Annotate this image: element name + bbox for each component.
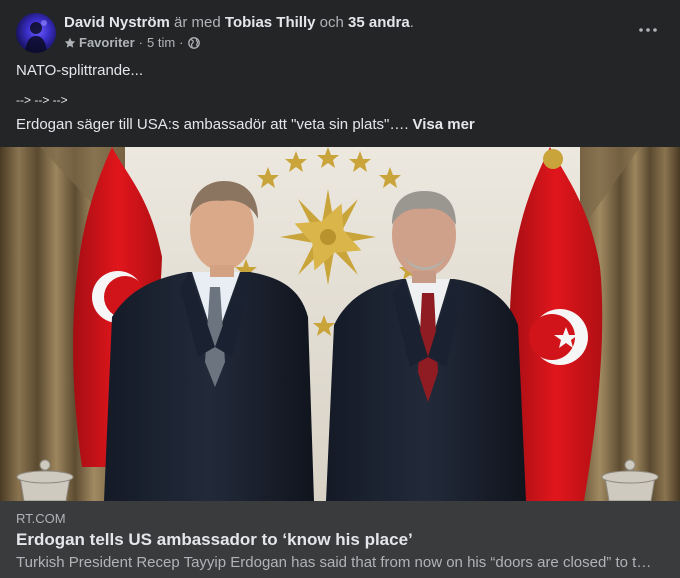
post-header: David Nyström är med Tobias Thilly och 3… [16, 12, 664, 54]
more-options-icon [639, 28, 657, 32]
link-description: Turkish President Recep Tayyip Erdogan h… [16, 554, 656, 571]
and-text: och [319, 14, 344, 31]
others-link[interactable]: 35 andra [348, 14, 410, 31]
tagged-person-link[interactable]: Tobias Thilly [225, 14, 316, 31]
post-text-line: --> --> --> [16, 93, 68, 107]
author-name-link[interactable]: David Nyström [64, 14, 170, 31]
link-preview-image[interactable] [0, 147, 680, 501]
author-line: David Nyström är med Tobias Thilly och 3… [64, 13, 414, 33]
post-text-line: NATO-splittrande... [16, 62, 143, 79]
author-avatar[interactable] [16, 13, 56, 53]
see-more-link[interactable]: Visa mer [413, 116, 475, 133]
photo-illustration [0, 147, 680, 501]
favorites-label[interactable]: Favoriter [79, 35, 135, 51]
more-options-button[interactable] [632, 18, 664, 42]
link-domain: RT.COM [16, 511, 66, 526]
period-text: . [409, 14, 414, 31]
link-title[interactable]: Erdogan tells US ambassador to ‘know his… [16, 529, 413, 551]
feed-post: David Nyström är med Tobias Thilly och 3… [0, 0, 680, 578]
with-text: är med [174, 14, 221, 31]
meta-separator: · [179, 35, 184, 50]
post-text-line: Erdogan säger till USA:s ambassadör att … [16, 115, 475, 135]
post-meta: Favoriter · 5 tim · [64, 35, 200, 51]
post-time-link[interactable]: 5 tim [147, 35, 175, 51]
star-icon [64, 37, 76, 48]
link-preview-footer[interactable]: RT.COM Erdogan tells US ambassador to ‘k… [0, 501, 680, 578]
meta-separator: · [138, 35, 143, 50]
post-text-line-content: Erdogan säger till USA:s ambassadör att … [16, 116, 409, 133]
globe-icon[interactable] [187, 37, 200, 49]
avatar-silhouette-icon [25, 20, 47, 53]
